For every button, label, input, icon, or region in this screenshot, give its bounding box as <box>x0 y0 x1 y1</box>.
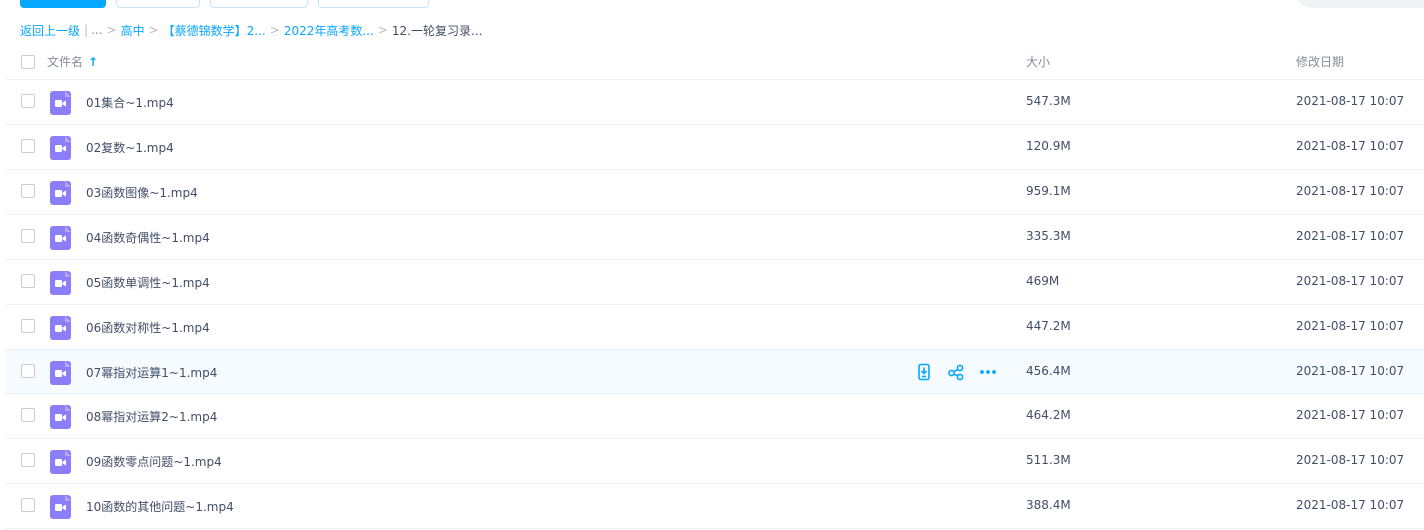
video-file-icon <box>50 316 71 340</box>
select-all-checkbox[interactable] <box>21 55 35 69</box>
file-name[interactable]: 03函数图像~1.mp4 <box>86 184 198 201</box>
file-row-hovered[interactable]: 07幂指对运算1~1.mp4 456.4M 2021-08-17 10:07 <box>5 349 1424 394</box>
file-list: 01集合~1.mp4 547.3M 2021-08-17 10:07 02复数~… <box>5 80 1424 529</box>
new-folder-button[interactable] <box>116 0 200 8</box>
video-file-icon <box>50 361 71 385</box>
file-name[interactable]: 04函数奇偶性~1.mp4 <box>86 229 210 246</box>
row-checkbox[interactable] <box>21 498 35 512</box>
row-checkbox[interactable] <box>21 319 35 333</box>
file-size: 547.3M <box>1026 94 1071 108</box>
breadcrumb-item-senior-high[interactable]: 高中 <box>121 22 145 39</box>
file-name[interactable]: 07幂指对运算1~1.mp4 <box>86 364 217 381</box>
file-size: 388.4M <box>1026 498 1071 512</box>
file-size: 511.3M <box>1026 453 1071 467</box>
file-size: 456.4M <box>1026 364 1071 378</box>
file-date: 2021-08-17 10:07 <box>1296 184 1405 198</box>
row-checkbox[interactable] <box>21 453 35 467</box>
breadcrumb-item-year[interactable]: 2022年高考数... <box>284 22 374 39</box>
file-size: 335.3M <box>1026 229 1071 243</box>
upload-button[interactable] <box>20 0 106 8</box>
file-size: 959.1M <box>1026 184 1071 198</box>
file-row[interactable]: 01集合~1.mp4 547.3M 2021-08-17 10:07 <box>5 80 1424 125</box>
file-name[interactable]: 08幂指对运算2~1.mp4 <box>86 408 217 425</box>
video-file-icon <box>50 495 71 519</box>
breadcrumb-ellipsis[interactable]: ... <box>91 23 102 37</box>
file-name[interactable]: 09函数零点问题~1.mp4 <box>86 453 222 470</box>
video-file-icon <box>50 181 71 205</box>
file-row[interactable]: 08幂指对运算2~1.mp4 464.2M 2021-08-17 10:07 <box>5 394 1424 439</box>
breadcrumb-sep: > <box>106 23 117 37</box>
video-file-icon <box>50 405 71 429</box>
row-checkbox[interactable] <box>21 94 35 108</box>
file-date: 2021-08-17 10:07 <box>1296 319 1405 333</box>
file-row[interactable]: 04函数奇偶性~1.mp4 335.3M 2021-08-17 10:07 <box>5 215 1424 260</box>
toolbar-button-4[interactable] <box>318 0 429 8</box>
breadcrumb-current: 12.一轮复习录... <box>391 23 483 38</box>
row-checkbox[interactable] <box>21 274 35 288</box>
breadcrumb: 返回上一级 | ... > 高中 > 【蔡德锦数学】2... > 2022年高考… <box>20 22 482 38</box>
file-name[interactable]: 06函数对称性~1.mp4 <box>86 319 210 336</box>
row-checkbox[interactable] <box>21 408 35 422</box>
video-file-icon <box>50 136 71 160</box>
column-header-name-label: 文件名 <box>47 55 84 69</box>
breadcrumb-item-course[interactable]: 【蔡德锦数学】2... <box>163 22 266 39</box>
file-date: 2021-08-17 10:07 <box>1296 408 1405 422</box>
file-date: 2021-08-17 10:07 <box>1296 498 1405 512</box>
sort-arrow-up-icon[interactable]: ↑ <box>88 55 98 69</box>
breadcrumb-sep: > <box>269 23 280 37</box>
breadcrumb-sep: > <box>148 23 159 37</box>
file-date: 2021-08-17 10:07 <box>1296 229 1405 243</box>
file-date: 2021-08-17 10:07 <box>1296 453 1405 467</box>
file-row[interactable]: 03函数图像~1.mp4 959.1M 2021-08-17 10:07 <box>5 170 1424 215</box>
file-date: 2021-08-17 10:07 <box>1296 94 1405 108</box>
file-row[interactable]: 02复数~1.mp4 120.9M 2021-08-17 10:07 <box>5 125 1424 170</box>
row-checkbox[interactable] <box>21 184 35 198</box>
back-link[interactable]: 返回上一级 <box>20 22 80 39</box>
file-row[interactable]: 06函数对称性~1.mp4 447.2M 2021-08-17 10:07 <box>5 305 1424 350</box>
file-date: 2021-08-17 10:07 <box>1296 274 1405 288</box>
share-icon[interactable] <box>947 363 965 381</box>
breadcrumb-bar: | <box>84 23 89 37</box>
download-icon[interactable] <box>915 363 933 381</box>
file-name[interactable]: 01集合~1.mp4 <box>86 94 174 111</box>
column-header-size[interactable]: 大小 <box>1026 53 1050 70</box>
toolbar-button-3[interactable] <box>210 0 308 8</box>
file-size: 447.2M <box>1026 319 1071 333</box>
row-checkbox[interactable] <box>21 139 35 153</box>
video-file-icon <box>50 450 71 474</box>
file-date: 2021-08-17 10:07 <box>1296 139 1405 153</box>
file-name[interactable]: 10函数的其他问题~1.mp4 <box>86 498 234 515</box>
search-box[interactable] <box>1294 0 1424 8</box>
file-name[interactable]: 02复数~1.mp4 <box>86 139 174 156</box>
file-list-header: 文件名 ↑ 大小 修改日期 <box>5 44 1424 80</box>
column-header-name[interactable]: 文件名 ↑ <box>47 53 98 70</box>
video-file-icon <box>50 91 71 115</box>
file-row[interactable]: 09函数零点问题~1.mp4 511.3M 2021-08-17 10:07 <box>5 439 1424 484</box>
row-checkbox[interactable] <box>21 364 35 378</box>
breadcrumb-sep: > <box>377 23 388 37</box>
file-size: 464.2M <box>1026 408 1071 422</box>
file-size: 120.9M <box>1026 139 1071 153</box>
video-file-icon <box>50 226 71 250</box>
file-size: 469M <box>1026 274 1060 288</box>
file-row[interactable]: 05函数单调性~1.mp4 469M 2021-08-17 10:07 <box>5 260 1424 305</box>
file-date: 2021-08-17 10:07 <box>1296 364 1405 378</box>
video-file-icon <box>50 271 71 295</box>
more-icon[interactable] <box>979 363 997 381</box>
row-checkbox[interactable] <box>21 229 35 243</box>
file-name[interactable]: 05函数单调性~1.mp4 <box>86 274 210 291</box>
file-row[interactable]: 10函数的其他问题~1.mp4 388.4M 2021-08-17 10:07 <box>5 484 1424 529</box>
column-header-date[interactable]: 修改日期 <box>1296 53 1344 70</box>
